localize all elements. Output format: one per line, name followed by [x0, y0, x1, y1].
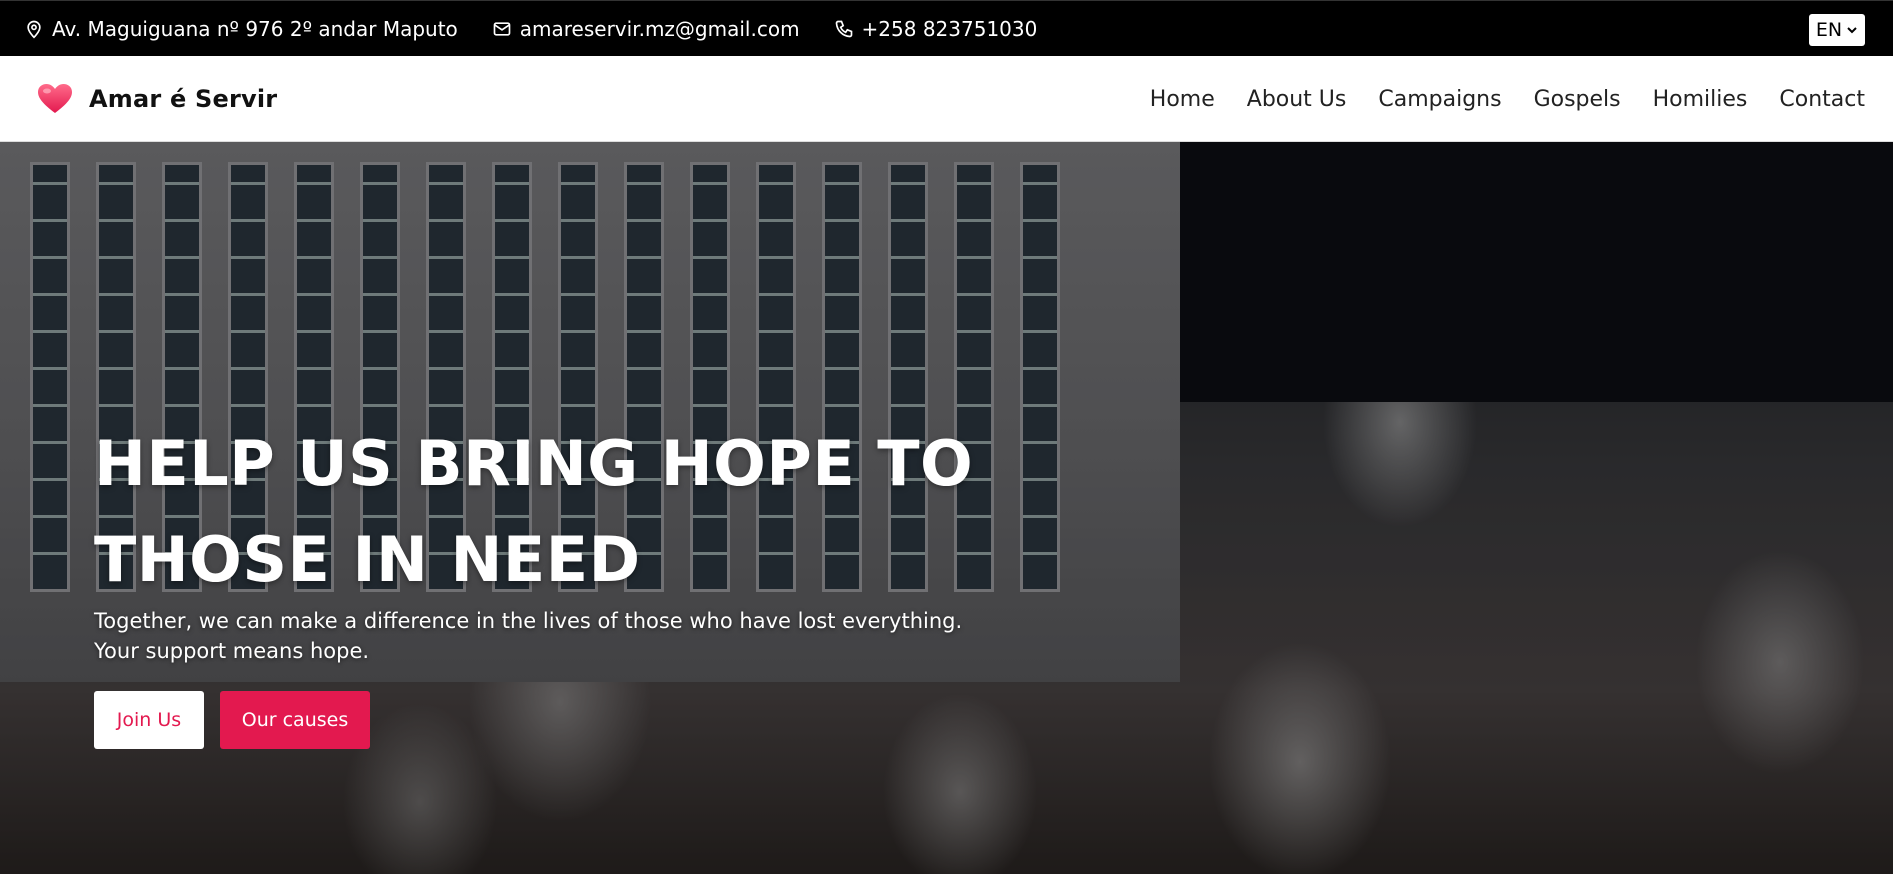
main-navbar: Amar é Servir Home About Us Campaigns Go… [0, 56, 1893, 142]
hero-section: HELP US BRING HOPE TO THOSE IN NEED Toge… [0, 142, 1893, 874]
hero-subtitle: Together, we can make a difference in th… [94, 609, 963, 663]
hero-title: HELP US BRING HOPE TO THOSE IN NEED [94, 427, 974, 596]
address-text: Av. Maguiguana nº 976 2º andar Maputo [52, 16, 458, 41]
brand-name: Amar é Servir [89, 84, 278, 113]
language-value: EN [1815, 19, 1843, 41]
nav-about-us[interactable]: About Us [1247, 87, 1347, 112]
language-select[interactable]: EN [1809, 14, 1865, 46]
mail-icon [493, 21, 511, 36]
join-us-button[interactable]: Join Us [94, 691, 204, 749]
nav-home[interactable]: Home [1150, 87, 1215, 112]
nav-menu: Home About Us Campaigns Gospels Homilies… [1118, 56, 1865, 142]
map-pin-icon [27, 20, 41, 39]
nav-campaigns[interactable]: Campaigns [1378, 87, 1501, 112]
our-causes-button[interactable]: Our causes [220, 691, 370, 749]
nav-gospels[interactable]: Gospels [1534, 87, 1621, 112]
nav-homilies[interactable]: Homilies [1653, 87, 1748, 112]
nav-contact[interactable]: Contact [1779, 87, 1865, 112]
phone-icon [835, 20, 852, 37]
chevron-down-icon [1847, 27, 1857, 34]
address-info: Av. Maguiguana nº 976 2º andar Maputo [24, 17, 458, 41]
phone-link[interactable]: +258 823751030 [862, 17, 1038, 41]
email-link[interactable]: amareservir.mz@gmail.com [520, 17, 800, 41]
phone-info[interactable]: +258 823751030 [834, 17, 1038, 41]
top-contact-bar: Av. Maguiguana nº 976 2º andar Maputo am… [0, 0, 1893, 56]
heart-icon [38, 83, 72, 113]
brand-logo[interactable]: Amar é Servir [37, 83, 277, 115]
email-info[interactable]: amareservir.mz@gmail.com [492, 17, 800, 41]
